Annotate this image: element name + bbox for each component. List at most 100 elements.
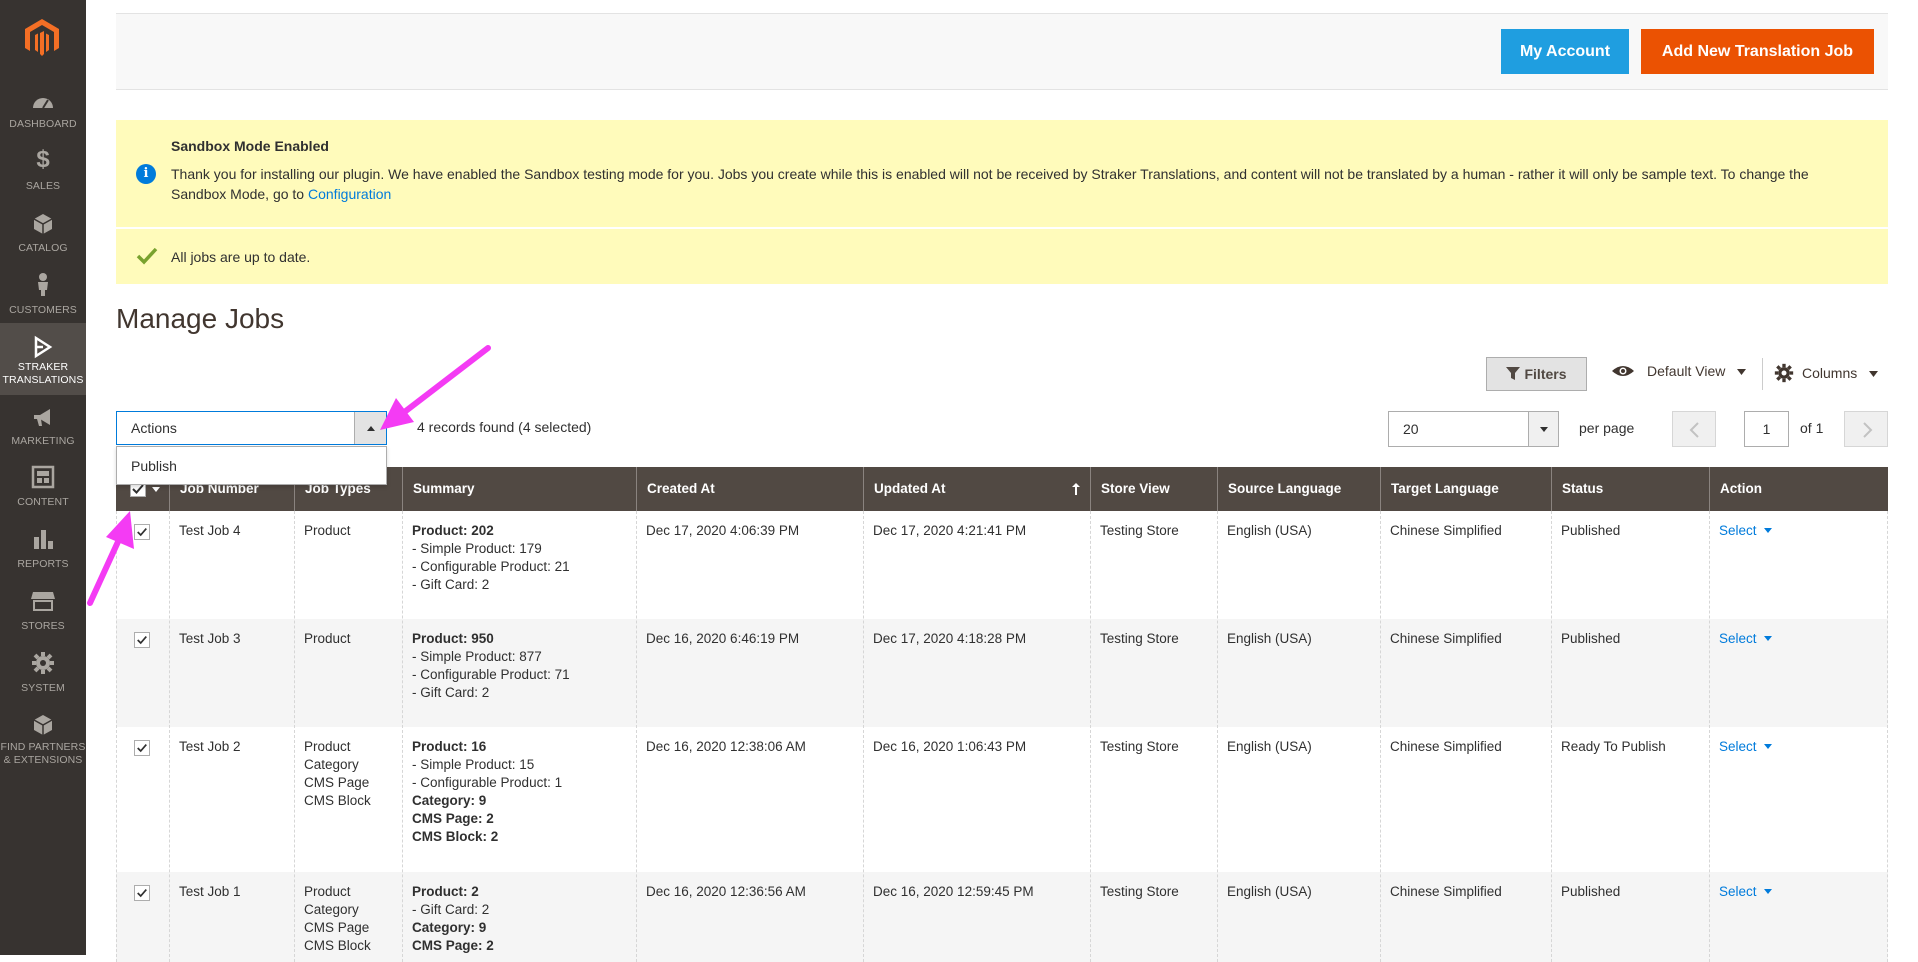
chevron-down-icon — [1869, 371, 1879, 377]
nav-marketing-label: MARKETING — [11, 435, 75, 447]
mass-actions-value: Actions — [131, 420, 177, 436]
col-store-view[interactable]: Store View — [1090, 467, 1217, 511]
job-type: Category — [304, 902, 359, 917]
nav-sales-label: SALES — [25, 180, 61, 192]
summary-line: Product: 202 — [412, 523, 494, 538]
row-action-select[interactable]: Select — [1709, 619, 1782, 648]
annotation-arrow-icon — [87, 511, 134, 606]
col-status[interactable]: Status — [1551, 467, 1709, 511]
summary: Product: 950 - Simple Product: 877 - Con… — [402, 619, 580, 702]
page-actions-bar: My Account Add New Translation Job — [116, 13, 1888, 90]
row-checkbox[interactable] — [134, 885, 150, 901]
row-checkbox[interactable] — [134, 632, 150, 648]
nav-system[interactable]: SYSTEM — [0, 649, 86, 709]
column-divider — [1380, 511, 1381, 962]
column-divider — [402, 511, 403, 962]
my-account-button[interactable]: My Account — [1501, 29, 1629, 74]
job-type: CMS Page — [304, 920, 370, 935]
nav-dashboard[interactable]: DASHBOARD — [0, 86, 86, 146]
nav-find-partners[interactable]: FIND PARTNERS & EXTENSIONS — [0, 711, 86, 783]
target-language: Chinese Simplified — [1390, 523, 1502, 538]
nav-find-partners-label-2: & EXTENSIONS — [3, 754, 83, 766]
nav-straker-translations[interactable]: STRAKER TRANSLATIONS — [0, 323, 86, 395]
page-total: of 1 — [1800, 420, 1824, 436]
column-divider — [294, 511, 295, 962]
col-updated-at[interactable]: Updated At — [863, 467, 1090, 511]
summary-line: - Simple Product: 179 — [412, 541, 542, 556]
col-source-language[interactable]: Source Language — [1217, 467, 1380, 511]
previous-page-button[interactable] — [1672, 411, 1716, 447]
nav-catalog[interactable]: CATALOG — [0, 210, 86, 270]
col-target-language[interactable]: Target Language — [1380, 467, 1551, 511]
per-page-toggle[interactable] — [1528, 412, 1558, 446]
summary-line: - Gift Card: 2 — [412, 902, 490, 917]
nav-straker-label: STRAKER — [17, 361, 69, 373]
add-translation-job-button[interactable]: Add New Translation Job — [1641, 29, 1874, 74]
chevron-down-icon — [1764, 636, 1773, 641]
nav-catalog-label: CATALOG — [18, 242, 68, 254]
source-language: English (USA) — [1227, 739, 1312, 754]
nav-stores[interactable]: STORES — [0, 587, 86, 647]
job-types: Product Category CMS Page CMS Block — [294, 872, 381, 955]
checkmark-icon — [137, 889, 147, 898]
job-number: Test Job 2 — [179, 739, 241, 754]
sales-icon: $ — [36, 146, 50, 173]
catalog-icon — [33, 214, 53, 234]
table-row: Test Job 2 Product Category CMS Page CMS… — [116, 727, 1888, 872]
col-created-at[interactable]: Created At — [636, 467, 863, 511]
column-divider — [1551, 511, 1552, 962]
mass-action-publish[interactable]: Publish — [131, 458, 177, 474]
magento-logo-icon[interactable] — [21, 17, 63, 59]
view-selector[interactable]: Default View — [1611, 363, 1747, 379]
chevron-down-icon — [1540, 427, 1548, 432]
row-action-select[interactable]: Select — [1709, 727, 1782, 756]
row-checkbox[interactable] — [134, 740, 150, 756]
chevron-down-icon — [152, 487, 160, 492]
col-action: Action — [1709, 467, 1888, 511]
nav-reports[interactable]: REPORTS — [0, 525, 86, 585]
nav-find-partners-label: FIND PARTNERS — [0, 741, 86, 753]
straker-icon — [34, 335, 53, 359]
row-action-select[interactable]: Select — [1709, 511, 1782, 540]
mass-actions-select[interactable]: Actions — [116, 411, 387, 445]
summary-line: - Simple Product: 15 — [412, 757, 535, 772]
row-action-select[interactable]: Select — [1709, 872, 1782, 901]
filters-button[interactable]: Filters — [1486, 357, 1587, 391]
row-action-label: Select — [1719, 884, 1757, 899]
created-at: Dec 16, 2020 12:38:06 AM — [646, 739, 806, 754]
dashboard-icon — [33, 98, 53, 109]
column-divider — [169, 511, 170, 962]
summary-line: - Simple Product: 877 — [412, 649, 542, 664]
col-summary[interactable]: Summary — [402, 467, 636, 511]
table-row: Test Job 4 Product Product: 202 - Simple… — [116, 511, 1888, 619]
col-updated-at-label: Updated At — [874, 481, 946, 496]
summary-line: CMS Block: 2 — [412, 829, 499, 844]
columns-selector[interactable]: Columns — [1774, 363, 1879, 383]
next-page-button[interactable] — [1844, 411, 1888, 447]
job-type: CMS Block — [304, 938, 371, 953]
gear-icon — [32, 652, 54, 674]
store-view: Testing Store — [1100, 631, 1179, 646]
page-number-input[interactable]: 1 — [1744, 411, 1789, 447]
summary-line: Category: 9 — [412, 920, 487, 935]
job-types: Product — [294, 619, 361, 648]
nav-marketing[interactable]: MARKETING — [0, 402, 86, 462]
summary-line: Product: 2 — [412, 884, 479, 899]
mass-actions-menu: Publish — [116, 446, 387, 485]
summary-line: CMS Page: 2 — [412, 938, 494, 953]
column-divider — [1709, 511, 1710, 962]
status: Published — [1561, 631, 1621, 646]
per-page-select[interactable]: 20 — [1388, 411, 1559, 447]
nav-content[interactable]: CONTENT — [0, 463, 86, 523]
admin-sidebar: DASHBOARD $ SALES CATALOG CUSTOMERS STRA… — [0, 0, 86, 955]
job-type: CMS Block — [304, 793, 371, 808]
page-title: Manage Jobs — [116, 303, 285, 334]
nav-dashboard-label: DASHBOARD — [9, 118, 77, 130]
sandbox-notice-title: Sandbox Mode Enabled — [171, 138, 329, 154]
nav-sales[interactable]: $ SALES — [0, 148, 86, 208]
created-at: Dec 16, 2020 12:36:56 AM — [646, 884, 806, 899]
job-types: Product Category CMS Page CMS Block — [294, 727, 381, 810]
extensions-icon — [33, 715, 53, 735]
summary-line: - Configurable Product: 71 — [412, 667, 570, 682]
configuration-link[interactable]: Configuration — [308, 186, 391, 202]
